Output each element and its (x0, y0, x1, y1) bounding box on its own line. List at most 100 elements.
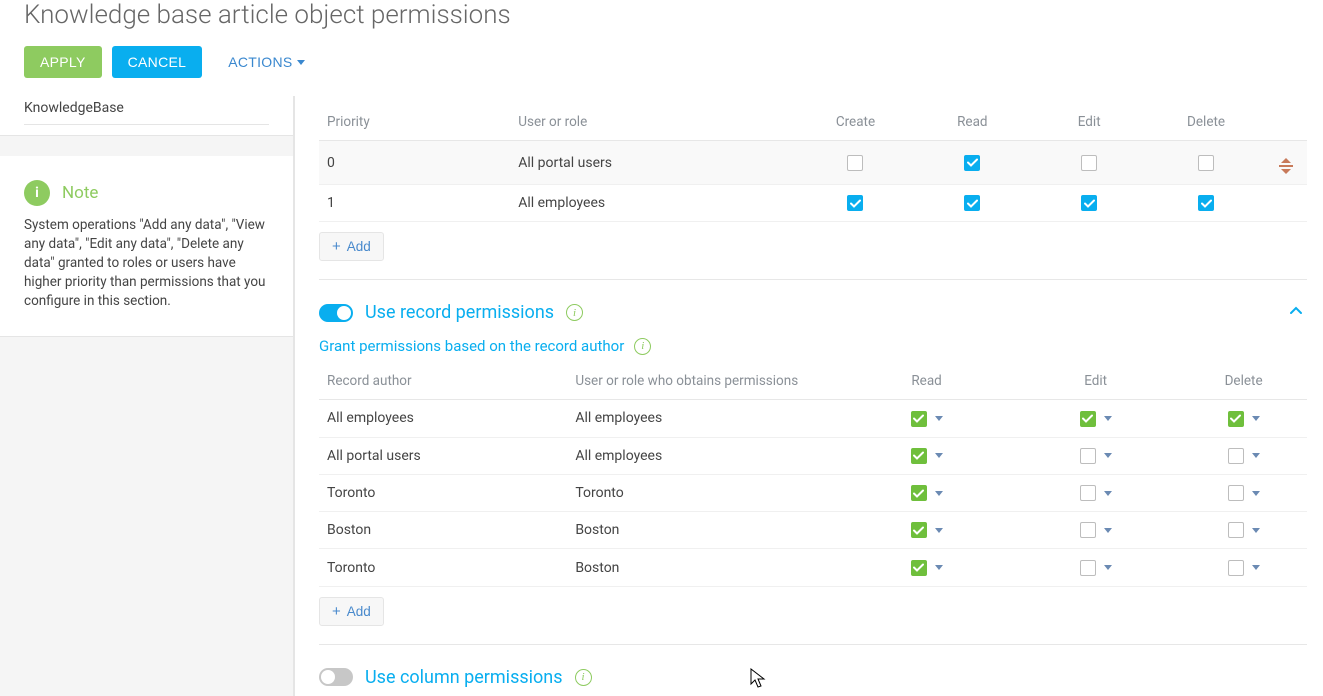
table-row[interactable]: 0All portal users (319, 141, 1307, 185)
table-row[interactable]: All employeesAll employees (319, 400, 1307, 437)
sidebar: KnowledgeBase i Note System operations "… (0, 96, 295, 696)
checkbox[interactable] (1081, 195, 1097, 211)
cell-obtains: Toronto (567, 474, 842, 511)
cell-priority: 1 (319, 185, 510, 222)
checkbox[interactable] (1228, 448, 1244, 464)
cell-obtains: Boston (567, 549, 842, 586)
cancel-button[interactable]: Cancel (112, 46, 203, 78)
collapse-icon[interactable] (1289, 304, 1303, 320)
add-label: Add (347, 604, 371, 619)
checkbox[interactable] (964, 195, 980, 211)
checkbox[interactable] (964, 155, 980, 171)
checkbox[interactable] (1080, 560, 1096, 576)
checkbox[interactable] (1228, 560, 1244, 576)
record-permissions-title: Use record permissions (365, 302, 554, 323)
cell-record-author: All employees (319, 400, 567, 437)
col-delete: Delete (1148, 104, 1265, 141)
table-row[interactable]: 1All employees (319, 185, 1307, 222)
checkbox[interactable] (1228, 522, 1244, 538)
checkbox[interactable] (1080, 522, 1096, 538)
col-read: Read (842, 363, 1011, 400)
table-row[interactable]: BostonBoston (319, 512, 1307, 549)
cell-obtains: All employees (567, 400, 842, 437)
checkbox[interactable] (1198, 195, 1214, 211)
cell-user-or-role: All employees (510, 185, 797, 222)
col-edit: Edit (1011, 363, 1180, 400)
actions-menu-button[interactable]: Actions (212, 46, 320, 78)
add-record-permission-button[interactable]: + Add (319, 597, 384, 626)
cell-record-author: Toronto (319, 549, 567, 586)
col-delete: Delete (1180, 363, 1307, 400)
add-label: Add (347, 239, 371, 254)
dropdown-icon[interactable] (935, 528, 943, 533)
dropdown-icon[interactable] (1252, 491, 1260, 496)
table-row[interactable]: All portal usersAll employees (319, 437, 1307, 474)
info-icon[interactable]: i (575, 669, 592, 686)
dropdown-icon[interactable] (935, 416, 943, 421)
dropdown-icon[interactable] (935, 453, 943, 458)
col-obtains: User or role who obtains permissions (567, 363, 842, 400)
add-object-permission-button[interactable]: + Add (319, 232, 384, 261)
dropdown-icon[interactable] (1104, 565, 1112, 570)
actions-menu-label: Actions (228, 54, 292, 70)
dropdown-icon[interactable] (1252, 453, 1260, 458)
record-permissions-toggle[interactable] (319, 304, 353, 322)
cell-record-author: All portal users (319, 437, 567, 474)
cell-obtains: All employees (567, 437, 842, 474)
checkbox[interactable] (911, 448, 927, 464)
cell-obtains: Boston (567, 512, 842, 549)
object-permissions-table: Priority User or role Create Read Edit D… (319, 104, 1307, 222)
action-bar: Apply Cancel Actions (24, 46, 1299, 78)
checkbox[interactable] (847, 195, 863, 211)
dropdown-icon[interactable] (1252, 565, 1260, 570)
col-create: Create (797, 104, 914, 141)
dropdown-icon[interactable] (935, 565, 943, 570)
checkbox[interactable] (1080, 485, 1096, 501)
col-priority: Priority (319, 104, 510, 141)
checkbox[interactable] (847, 155, 863, 171)
checkbox[interactable] (1228, 485, 1244, 501)
checkbox[interactable] (911, 485, 927, 501)
info-icon[interactable]: i (566, 304, 583, 321)
col-user-or-role: User or role (510, 104, 797, 141)
record-permissions-table: Record author User or role who obtains p… (319, 363, 1307, 586)
dropdown-icon[interactable] (1104, 453, 1112, 458)
drag-handle-icon[interactable] (1279, 158, 1293, 174)
col-read: Read (914, 104, 1031, 141)
dropdown-icon[interactable] (1252, 416, 1260, 421)
column-permissions-section: Use column permissions i (319, 644, 1307, 688)
checkbox[interactable] (911, 411, 927, 427)
cell-record-author: Boston (319, 512, 567, 549)
page-title: Knowledge base article object permission… (24, 0, 1299, 30)
record-permissions-section: Use record permissions i Grant permissio… (319, 279, 1307, 643)
table-row[interactable]: TorontoBoston (319, 549, 1307, 586)
checkbox[interactable] (1198, 155, 1214, 171)
column-permissions-toggle[interactable] (319, 668, 353, 686)
info-icon[interactable]: i (634, 338, 651, 355)
plus-icon: + (332, 239, 341, 254)
checkbox[interactable] (1081, 155, 1097, 171)
cell-record-author: Toronto (319, 474, 567, 511)
dropdown-icon[interactable] (935, 491, 943, 496)
record-permissions-subtitle: Grant permissions based on the record au… (319, 337, 624, 355)
dropdown-icon[interactable] (1104, 491, 1112, 496)
info-icon: i (24, 180, 50, 206)
note-body: System operations "Add any data", "View … (24, 216, 269, 326)
cell-user-or-role: All portal users (510, 141, 797, 185)
main-panel: Priority User or role Create Read Edit D… (295, 96, 1323, 696)
checkbox[interactable] (911, 560, 927, 576)
column-permissions-title: Use column permissions (365, 667, 563, 688)
apply-button[interactable]: Apply (24, 46, 102, 78)
dropdown-icon[interactable] (1104, 528, 1112, 533)
col-edit: Edit (1031, 104, 1148, 141)
cell-priority: 0 (319, 141, 510, 185)
dropdown-icon[interactable] (1252, 528, 1260, 533)
checkbox[interactable] (1228, 411, 1244, 427)
table-row[interactable]: TorontoToronto (319, 474, 1307, 511)
object-name-field[interactable]: KnowledgeBase (24, 96, 269, 125)
note-title: Note (62, 183, 98, 203)
checkbox[interactable] (1080, 411, 1096, 427)
dropdown-icon[interactable] (1104, 416, 1112, 421)
checkbox[interactable] (1080, 448, 1096, 464)
checkbox[interactable] (911, 522, 927, 538)
